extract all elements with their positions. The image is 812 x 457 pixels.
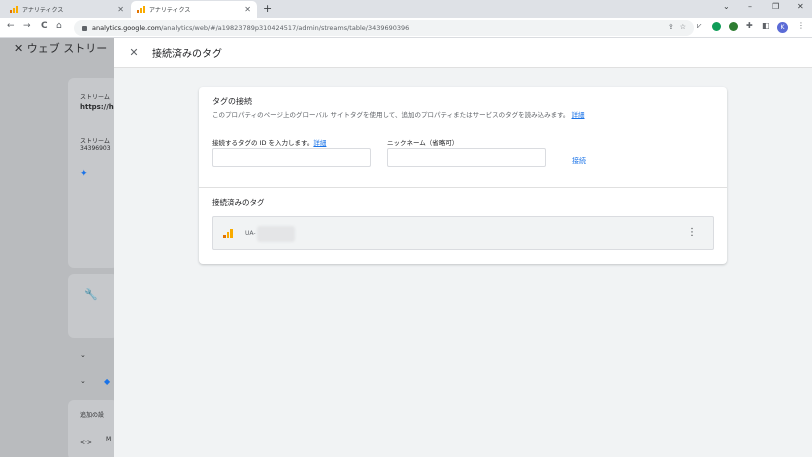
underlay-stream-id: 34396903 xyxy=(80,145,111,152)
browser-toolbar: ← → C ⌂ analytics.google.com /analytics/… xyxy=(0,18,812,38)
tab-title: アナリティクス xyxy=(149,7,191,14)
forward-button[interactable]: → xyxy=(23,21,31,31)
maximize-button[interactable]: ❐ xyxy=(772,2,779,11)
reload-button[interactable]: C xyxy=(41,21,48,31)
analytics-icon xyxy=(223,229,233,238)
section-title: タグの接続 xyxy=(212,97,252,106)
close-icon[interactable]: ✕ xyxy=(244,5,251,14)
code-icon: <·> xyxy=(80,439,92,446)
profile-avatar[interactable]: K xyxy=(777,22,788,33)
underlay-url: https://h xyxy=(80,103,114,111)
chevron-down-icon: ⌄ xyxy=(80,351,86,359)
minimize-button[interactable]: – xyxy=(748,2,752,11)
bookmark-star-icon[interactable]: ☆ xyxy=(680,23,686,31)
sparkle-icon: ✦ xyxy=(80,169,88,179)
browser-tab-active[interactable]: アナリティクス ✕ xyxy=(131,1,257,18)
share-icon[interactable]: ⇪ xyxy=(668,23,674,31)
tag-id-label-text: 接続するタグの ID を入力します。 xyxy=(212,139,314,147)
close-icon[interactable]: ✕ xyxy=(128,46,140,59)
section-description: このプロパティのページ上のグローバル サイトタグを使用して、追加のプロパティまた… xyxy=(212,109,585,119)
analytics-icon xyxy=(137,6,145,13)
connect-button[interactable]: 接続 xyxy=(572,156,586,166)
new-tab-button[interactable]: + xyxy=(263,2,272,15)
home-button[interactable]: ⌂ xyxy=(56,21,62,31)
connect-tag-card: タグの接続 このプロパティのページ上のグローバル サイトタグを使用して、追加のプ… xyxy=(199,87,727,264)
wrench-icon: 🔧 xyxy=(84,288,98,301)
underlay-label: ストリーム xyxy=(80,94,110,101)
description-text: このプロパティのページ上のグローバル サイトタグを使用して、追加のプロパティまた… xyxy=(212,111,570,119)
page-title: 接続済みのタグ xyxy=(152,49,222,60)
analytics-icon xyxy=(10,6,18,13)
extension-icon[interactable]: ⩗ xyxy=(697,21,702,31)
connected-tag-row[interactable]: UA- ⋮ xyxy=(212,216,714,250)
diamond-icon: ◆ xyxy=(104,377,111,386)
details-link[interactable]: 詳細 xyxy=(572,111,585,119)
underlay-label: 追加の設 xyxy=(80,412,105,419)
divider xyxy=(199,187,727,188)
window-close-button[interactable]: ✕ xyxy=(797,2,804,11)
url-host: analytics.google.com xyxy=(92,24,162,32)
underlay-tool-card xyxy=(68,274,118,338)
connected-tags-title: 接続済みのタグ xyxy=(212,198,265,207)
underlay-label: ストリーム xyxy=(80,138,110,145)
tag-id: UA- xyxy=(245,230,256,237)
tag-id-details-link[interactable]: 詳細 xyxy=(313,139,326,147)
nickname-label: ニックネーム（省略可） xyxy=(387,139,459,147)
nickname-input[interactable] xyxy=(387,148,546,167)
underlay-header: ✕ ウェブ ストリー xyxy=(14,42,108,55)
underlay-label: M xyxy=(106,436,112,443)
back-button[interactable]: ← xyxy=(7,21,15,31)
chrome-menu-icon[interactable]: ⋮ xyxy=(797,21,805,30)
connected-tags-panel: ✕ 接続済みのタグ タグの接続 このプロパティのページ上のグローバル サイトタグ… xyxy=(114,38,812,457)
side-panel-icon[interactable]: ◧ xyxy=(762,21,770,30)
underlay-settings-card xyxy=(68,400,118,457)
browser-tab[interactable]: アナリティクス ✕ xyxy=(4,1,130,18)
lock-icon xyxy=(82,25,87,31)
chevron-down-icon: ⌄ xyxy=(80,377,86,385)
address-bar[interactable]: analytics.google.com /analytics/web/#/a1… xyxy=(74,20,694,36)
redacted-id xyxy=(257,226,295,242)
more-vert-icon[interactable]: ⋮ xyxy=(687,225,697,241)
extension-green-icon[interactable] xyxy=(729,22,738,31)
tag-id-label: 接続するタグの ID を入力します。詳細 xyxy=(212,137,326,147)
tab-title: アナリティクス xyxy=(22,7,64,14)
close-icon[interactable]: ✕ xyxy=(117,5,124,14)
tab-search-icon[interactable]: ⌄ xyxy=(723,2,730,11)
panel-header: ✕ 接続済みのタグ xyxy=(114,38,812,68)
extension-evernote-icon[interactable] xyxy=(712,22,721,31)
browser-tab-strip: アナリティクス ✕ アナリティクス ✕ + ⌄ – ❐ ✕ xyxy=(0,0,812,18)
extensions-puzzle-icon[interactable]: ✚ xyxy=(746,21,753,30)
url-path: /analytics/web/#/a19823789p310424517/adm… xyxy=(161,24,410,32)
tag-id-input[interactable] xyxy=(212,148,371,167)
